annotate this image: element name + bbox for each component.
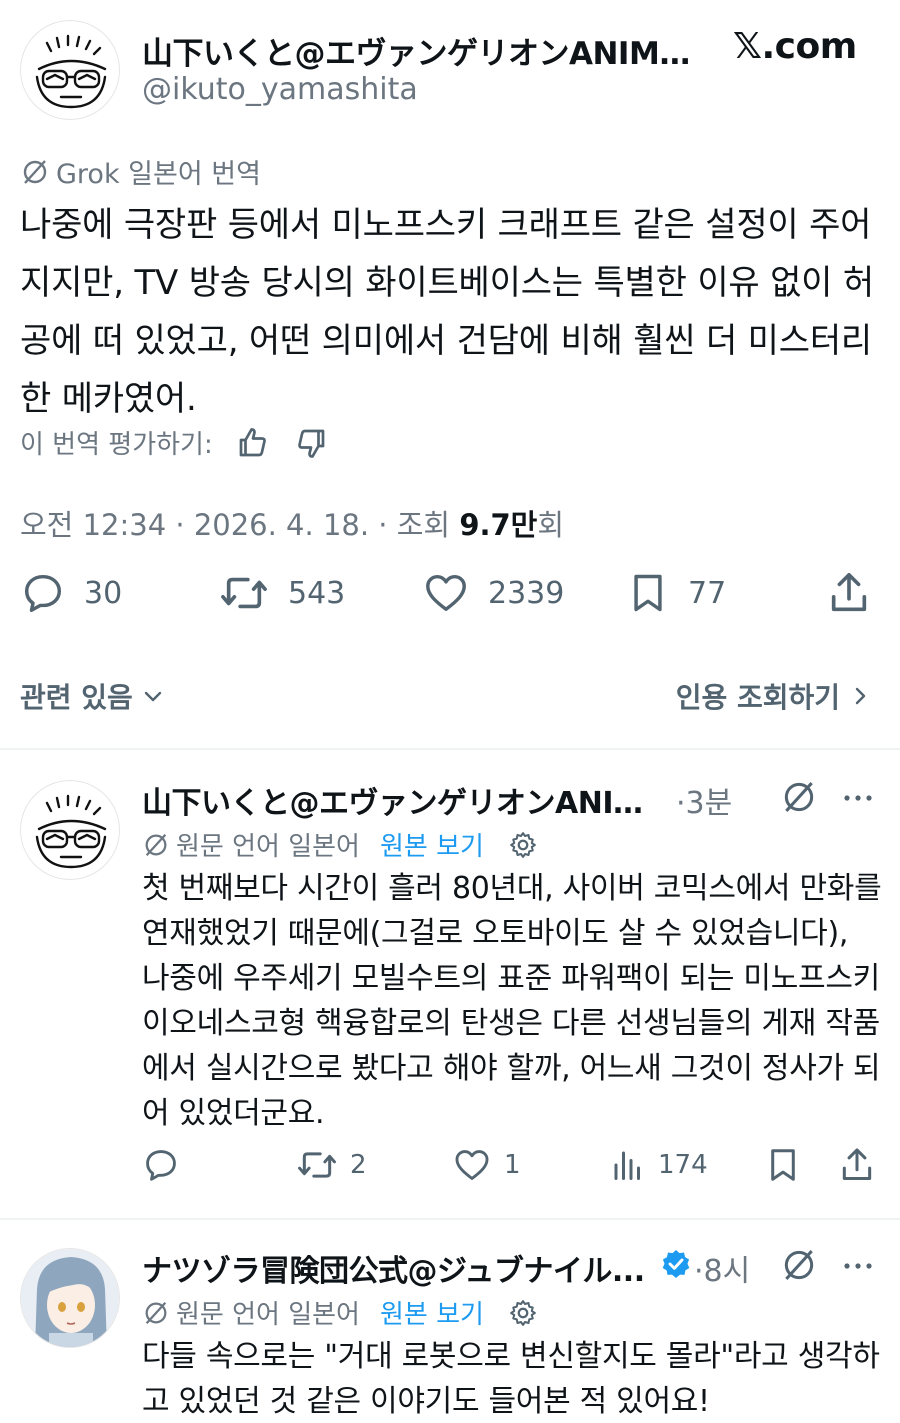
retweet-button[interactable]: 2 xyxy=(296,1146,367,1184)
reply-text: 첫 번째보다 시간이 흘러 80년대, 사이버 코믹스에서 만화를 연재했었기 … xyxy=(142,871,882,1131)
related-toggle[interactable]: 관련 있음 xyxy=(20,676,165,716)
share-button[interactable] xyxy=(838,1146,876,1184)
reply-icon xyxy=(20,570,66,616)
views-button[interactable]: 174 xyxy=(610,1146,708,1184)
like-button[interactable]: 2339 xyxy=(422,570,564,616)
retweet-count: 543 xyxy=(288,575,346,611)
reply-author-name[interactable]: 山下いくと@エヴァンゲリオンANIM... xyxy=(142,778,672,822)
view-original-link[interactable]: 원본 보기 xyxy=(380,1294,484,1331)
author-handle[interactable]: @ikuto_yamashita xyxy=(142,72,418,107)
views-prefix: 조회 xyxy=(396,508,451,542)
analytics-icon xyxy=(610,1146,646,1184)
grok-icon xyxy=(20,157,50,187)
tweet-time[interactable]: 오전 12:34 xyxy=(20,508,166,542)
view-quotes-link[interactable]: 인용 조회하기 xyxy=(676,676,872,716)
tweet-date[interactable]: 2026. 4. 18. xyxy=(194,508,369,542)
bookmark-count: 77 xyxy=(688,575,727,611)
divider xyxy=(0,748,900,750)
views-count: 9.7만 xyxy=(459,508,538,542)
bookmark-button[interactable]: 77 xyxy=(626,570,726,616)
author-name[interactable]: 山下いくと@エヴァンゲリオンANIMA... xyxy=(142,28,702,73)
reply-author-name[interactable]: ナツゾラ冒険団公式@ジュブナイル... xyxy=(142,1246,658,1290)
thumbs-down-icon[interactable] xyxy=(293,425,329,461)
view-original-link[interactable]: 원본 보기 xyxy=(380,826,484,863)
author-avatar[interactable] xyxy=(20,20,120,120)
rate-translation: 이 번역 평가하기: xyxy=(20,424,329,461)
settings-gear-icon[interactable] xyxy=(508,1298,538,1328)
grok-icon[interactable] xyxy=(780,1246,818,1284)
thumbs-up-icon[interactable] xyxy=(235,425,271,461)
like-count: 2339 xyxy=(488,575,565,611)
reply-avatar[interactable] xyxy=(20,780,120,880)
share-icon xyxy=(826,570,872,616)
retweet-icon xyxy=(296,1146,338,1184)
heart-icon xyxy=(452,1146,492,1184)
retweet-button[interactable]: 543 xyxy=(218,570,345,616)
grok-translation-label: Grok 일본어 번역 xyxy=(20,152,261,191)
bookmark-icon xyxy=(626,570,670,616)
more-options-icon[interactable] xyxy=(840,1248,876,1284)
original-language-label: 원문 언어 일본어 xyxy=(176,832,360,862)
reply-actions: 2 1 174 xyxy=(0,1146,900,1196)
reply-count: 30 xyxy=(84,575,123,611)
reply-language-row: 원문 언어 일본어 원본 보기 xyxy=(142,1294,538,1331)
retweet-icon xyxy=(218,570,270,616)
related-label: 관련 있음 xyxy=(20,681,133,714)
chevron-down-icon xyxy=(141,684,165,708)
share-button[interactable] xyxy=(826,570,872,616)
share-icon xyxy=(838,1146,876,1184)
original-language-label: 원문 언어 일본어 xyxy=(176,1300,360,1330)
more-options-icon[interactable] xyxy=(840,780,876,816)
like-count: 1 xyxy=(504,1150,521,1180)
verified-badge-icon xyxy=(660,1248,692,1280)
reply-time[interactable]: ·3분 xyxy=(676,778,732,822)
tweet-meta: 오전 12:34 · 2026. 4. 18. · 조회 9.7만회 xyxy=(20,508,565,542)
reply-time[interactable]: ·8시 xyxy=(694,1246,750,1290)
reply-language-row: 원문 언어 일본어 원본 보기 xyxy=(142,826,538,863)
retweet-count: 2 xyxy=(350,1150,367,1180)
heart-icon xyxy=(422,570,470,616)
views-count: 174 xyxy=(658,1150,708,1180)
bookmark-button[interactable] xyxy=(764,1146,802,1184)
grok-icon[interactable] xyxy=(780,778,818,816)
settings-gear-icon[interactable] xyxy=(508,830,538,860)
views-suffix: 회 xyxy=(537,508,565,542)
bookmark-icon xyxy=(764,1146,802,1184)
like-button[interactable]: 1 xyxy=(452,1146,521,1184)
reply-icon xyxy=(142,1146,180,1184)
reply-button[interactable] xyxy=(142,1146,180,1184)
reply-text: 다들 속으로는 "거대 로봇으로 변신할지도 몰라"라고 생각하고 있었던 것 … xyxy=(142,1339,880,1419)
tweet-text: 나중에 극장판 등에서 미노프스키 크래프트 같은 설정이 주어지지만, TV … xyxy=(20,205,874,419)
translate-icon xyxy=(142,831,170,859)
quote-label: 인용 조회하기 xyxy=(675,681,840,714)
translate-icon xyxy=(142,1299,170,1327)
chevron-right-icon xyxy=(848,684,872,708)
rate-label: 이 번역 평가하기: xyxy=(20,430,213,460)
tweet-actions: 30 543 2339 77 xyxy=(0,570,900,640)
reply-button[interactable]: 30 xyxy=(20,570,122,616)
translate-text: Grok 일본어 번역 xyxy=(56,159,261,190)
reply-avatar[interactable] xyxy=(20,1248,120,1348)
site-logo: 𝕏.com xyxy=(733,26,857,67)
divider xyxy=(0,1218,900,1220)
